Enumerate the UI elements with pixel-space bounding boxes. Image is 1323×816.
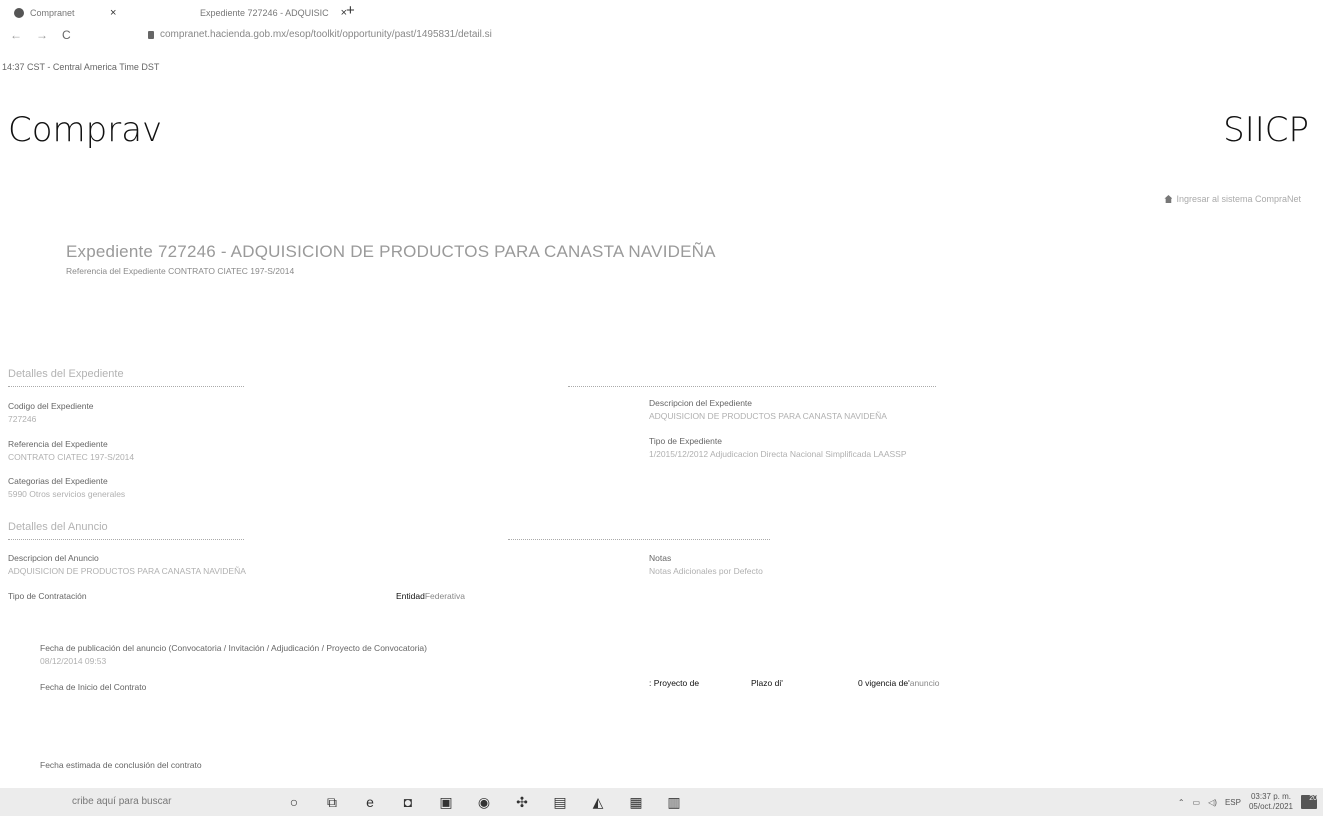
descripcion-anuncio-label: Descripcion del Anuncio (8, 553, 99, 563)
reload-button[interactable]: C (62, 28, 71, 42)
excel-icon[interactable]: ▦ (628, 794, 644, 811)
divider (8, 386, 244, 387)
app-icon[interactable]: ✣ (514, 794, 530, 811)
proyecto-text: : Proyecto de (649, 678, 700, 688)
section-heading-expediente: Detalles del Expediente (8, 368, 124, 380)
word-icon[interactable]: ▥ (666, 794, 682, 811)
vigencia-bold: 0 vigencia de' (858, 678, 910, 688)
tipo-expediente-label: Tipo de Expediente (649, 436, 722, 446)
tab-compranet-close[interactable]: × (104, 4, 116, 22)
fecha-conclusion-label: Fecha estimada de conclusión del contrat… (40, 760, 202, 770)
page-subtitle: Referencia del Expediente CONTRATO CIATE… (66, 266, 295, 276)
categorias-label: Categorias del Expediente (8, 476, 108, 486)
edge-icon[interactable]: e (362, 794, 378, 810)
address-bar[interactable]: compranet.hacienda.gob.mx/esop/toolkit/o… (148, 29, 492, 40)
fecha-inicio-label: Fecha de Inicio del Contrato (40, 682, 147, 692)
chevron-up-icon[interactable]: ⌃ (1178, 798, 1185, 807)
task-view-icon[interactable]: ⧉ (324, 794, 340, 811)
mail-icon[interactable]: ▤ (552, 794, 568, 811)
notas-value: Notas Adicionales por Defecto (649, 566, 763, 576)
fecha-publicacion-label: Fecha de publicación del anuncio (Convoc… (40, 643, 427, 653)
page-title: Expediente 727246 - ADQUISICION DE PRODU… (66, 242, 716, 261)
entidad-bold: Entidad (396, 591, 425, 601)
categorias-value: 5990 Otros servicios generales (8, 489, 126, 499)
cortana-icon[interactable]: ○ (286, 794, 302, 810)
volume-icon[interactable]: ◁) (1208, 798, 1217, 807)
login-link-label: Ingresar al sistema CompraNet (1176, 194, 1301, 204)
taskbar-clock[interactable]: 03:37 p. m. 05/oct./2021 (1249, 792, 1293, 812)
site-favicon-icon (14, 8, 24, 18)
system-tray: ⌃ ▭ ◁) ESP 03:37 p. m. 05/oct./2021 20 (1178, 792, 1317, 812)
login-link[interactable]: Ingresar al sistema CompraNet (1164, 194, 1301, 204)
tab-label: Expediente 727246 - ADQUISIC (200, 8, 329, 18)
forward-button[interactable]: → (36, 28, 48, 42)
lock-icon (148, 30, 154, 39)
tipo-expediente-value: 1/2015/12/2012 Adjudicacion Directa Naci… (649, 449, 907, 459)
outlook-icon[interactable]: ◘ (400, 794, 416, 810)
section-heading-anuncio: Detalles del Anuncio (8, 521, 108, 533)
referencia-value: CONTRATO CIATEC 197-S/2014 (8, 452, 135, 462)
notification-icon[interactable]: 20 (1301, 795, 1317, 809)
descripcion-expediente-label: Descripcion del Expediente (649, 398, 753, 408)
home-icon (1164, 195, 1173, 203)
divider (568, 386, 936, 387)
notas-label: Notas (649, 553, 672, 563)
taskbar-search-input[interactable]: cribe aquí para buscar (72, 796, 172, 807)
back-button[interactable]: ← (10, 28, 22, 42)
network-icon[interactable]: ▭ (1193, 798, 1201, 807)
vigencia-rest: anuncio (909, 678, 940, 688)
time-zone-text: 14:37 CST - Central America Time DST (2, 62, 160, 72)
siicp-logo-text: SIICP (1223, 110, 1309, 150)
plazo-text: Plazo di' (751, 678, 783, 688)
codigo-value: 727246 (8, 414, 37, 424)
vigencia-text: 0 vigencia de'anuncio (858, 678, 940, 688)
entidad-federativa-label: EntidadFederativa (396, 591, 465, 601)
photos-icon[interactable]: ◭ (590, 794, 606, 811)
divider (508, 539, 770, 540)
tab-label: Compranet (30, 8, 75, 18)
entidad-rest: Federativa (424, 591, 466, 601)
clock-date: 05/oct./2021 (1248, 802, 1293, 811)
divider (8, 539, 244, 540)
tab-expediente[interactable]: Expediente 727246 - ADQUISIC × (200, 4, 347, 22)
language-indicator[interactable]: ESP (1225, 798, 1241, 807)
new-tab-button[interactable]: + (346, 2, 355, 19)
url-text: compranet.hacienda.gob.mx/esop/toolkit/o… (160, 29, 492, 40)
store-icon[interactable]: ▣ (438, 794, 454, 811)
codigo-label: Codigo del Expediente (8, 401, 94, 411)
close-icon[interactable]: × (110, 7, 116, 19)
descripcion-expediente-value: ADQUISICION DE PRODUCTOS PARA CANASTA NA… (649, 411, 887, 421)
tipo-contratacion-label: Tipo de Contratación (8, 591, 87, 601)
clock-time: 03:37 p. m. (1250, 792, 1291, 801)
chrome-icon[interactable]: ◉ (476, 794, 492, 811)
referencia-label: Referencia del Expediente (8, 439, 108, 449)
windows-taskbar: cribe aquí para buscar ○ ⧉ e ◘ ▣ ◉ ✣ ▤ ◭… (0, 788, 1323, 816)
brand-logo-text[interactable]: Comprav (8, 110, 162, 150)
descripcion-anuncio-value: ADQUISICION DE PRODUCTOS PARA CANASTA NA… (8, 566, 246, 576)
taskbar-pinned-apps: ○ ⧉ e ◘ ▣ ◉ ✣ ▤ ◭ ▦ ▥ (286, 792, 682, 812)
fecha-publicacion-value: 08/12/2014 09:53 (40, 656, 107, 666)
tab-compranet[interactable]: Compranet (14, 4, 75, 22)
